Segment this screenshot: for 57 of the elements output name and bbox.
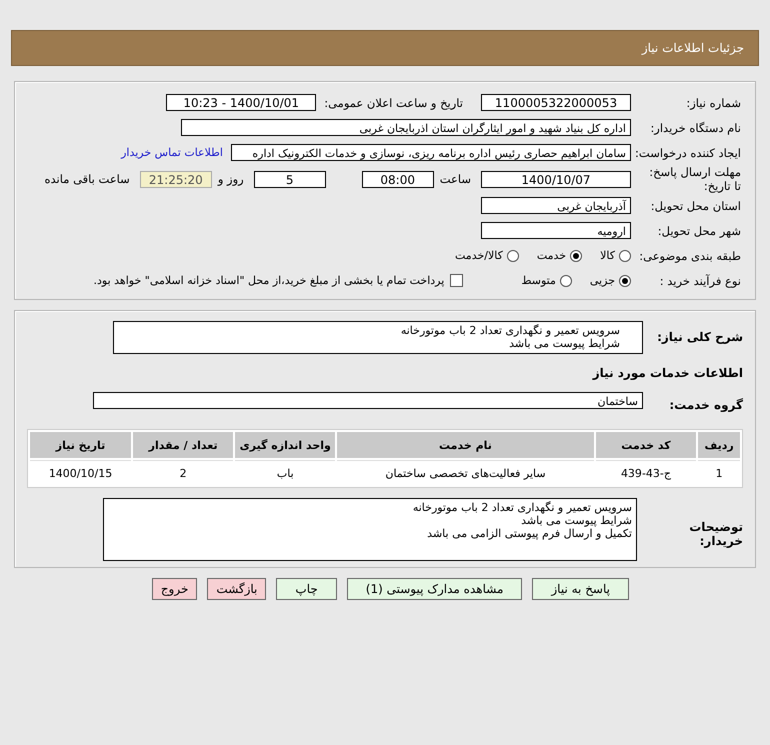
text-line: شرایط پیوست می باشد — [520, 514, 632, 527]
deadline-time-field: 08:00 — [362, 170, 434, 188]
field-label: ایجاد کننده درخواست: — [634, 146, 742, 160]
field-label: روز و — [218, 172, 244, 186]
column-header: کد خدمت — [596, 432, 696, 458]
requester-field: سامان ابراهیم حصاری رئیس اداره برنامه ریزی، نوسازی و خدمات الکترونیک اداره — [231, 144, 631, 161]
contact-link[interactable]: اطلاعات تماس خریدار — [121, 146, 223, 159]
text-line: سرویس تعمیر و نگهداری تعداد 2 باب موتورخانه — [400, 324, 620, 337]
table-cell: سایر فعالیت‌های تخصصی ساختمان — [337, 460, 594, 485]
payment-checkbox[interactable]: پرداخت تمام یا بخشی از مبلغ خرید،از محل "اسناد خزانه اسلامی" خواهد بود. — [94, 274, 464, 287]
field-label: مهلت ارسال پاسخ: تا تاریخ: — [648, 165, 742, 193]
table-cell: 2 — [133, 460, 234, 485]
days-field: 5 — [254, 170, 326, 188]
field-label: شرح کلی نیاز: — [656, 330, 744, 344]
column-header: واحد اندازه گیری — [235, 432, 336, 458]
need-number-field: 1100005322000053 — [481, 94, 631, 111]
text-line: تکمیل و ارسال فرم پیوستی الزامی می باشد — [426, 527, 632, 540]
column-header: ردیف — [698, 432, 740, 458]
field-label: گروه خدمت: — [668, 398, 744, 412]
text-line: شرایط پیوست می باشد — [508, 337, 620, 350]
column-header: تاریخ نیاز — [30, 432, 132, 458]
announce-date-field: 1400/10/01 - 10:23 — [166, 94, 316, 111]
buyer-field: اداره کل بنیاد شهید و امور ایثارگران استان اذربایجان غربی — [181, 119, 631, 136]
field-label: ساعت باقی مانده — [44, 172, 130, 186]
action-button[interactable]: مشاهده مدارک پیوستی (1) — [346, 578, 522, 600]
province-field: آذربایجان غربی — [481, 197, 631, 214]
column-header: تعداد / مقدار — [133, 432, 234, 458]
page-title: جزئیات اطلاعات نیاز — [642, 41, 744, 55]
category-radio[interactable]: کالا — [600, 249, 631, 262]
field-label: توضیحات خریدار: — [688, 520, 744, 548]
action-button[interactable]: چاپ — [276, 578, 337, 600]
field-label: تاریخ و ساعت اعلان عمومی: — [324, 96, 463, 110]
table-cell: ج-43-439 — [596, 460, 696, 485]
city-field: ارومیه — [481, 222, 631, 239]
field-label: استان محل تحویل: — [650, 198, 742, 212]
field-label: طبقه بندی موضوعی: — [638, 248, 742, 262]
table-cell: 1400/10/15 — [30, 460, 132, 485]
category-radio[interactable]: خدمت — [536, 249, 582, 262]
field-label: شماره نیاز: — [685, 96, 742, 110]
field-label: نام دستگاه خریدار: — [649, 120, 742, 134]
service-group-field: ساختمان — [93, 392, 643, 409]
process-radio[interactable]: متوسط — [521, 274, 572, 287]
field-label: ساعت — [440, 172, 471, 186]
section-heading: اطلاعات خدمات مورد نیاز — [591, 365, 744, 382]
column-header: نام خدمت — [337, 432, 594, 458]
action-button[interactable]: بازگشت — [207, 578, 266, 600]
text-line: سرویس تعمیر و نگهداری تعداد 2 باب موتورخانه — [412, 501, 632, 514]
remaining-time-field: 21:25:20 — [140, 170, 212, 188]
action-button[interactable]: پاسخ به نیاز — [532, 578, 629, 600]
field-label: شهر محل تحویل: — [656, 224, 742, 238]
process-radio[interactable]: جزیی — [590, 274, 631, 287]
field-label: نوع فرآیند خرید : — [658, 274, 742, 288]
table-cell: 1 — [698, 460, 740, 485]
deadline-date-field: 1400/10/07 — [481, 170, 631, 188]
category-radio[interactable]: کالا/خدمت — [455, 249, 519, 262]
action-button[interactable]: خروج — [152, 578, 198, 600]
table-cell: باب — [235, 460, 336, 485]
